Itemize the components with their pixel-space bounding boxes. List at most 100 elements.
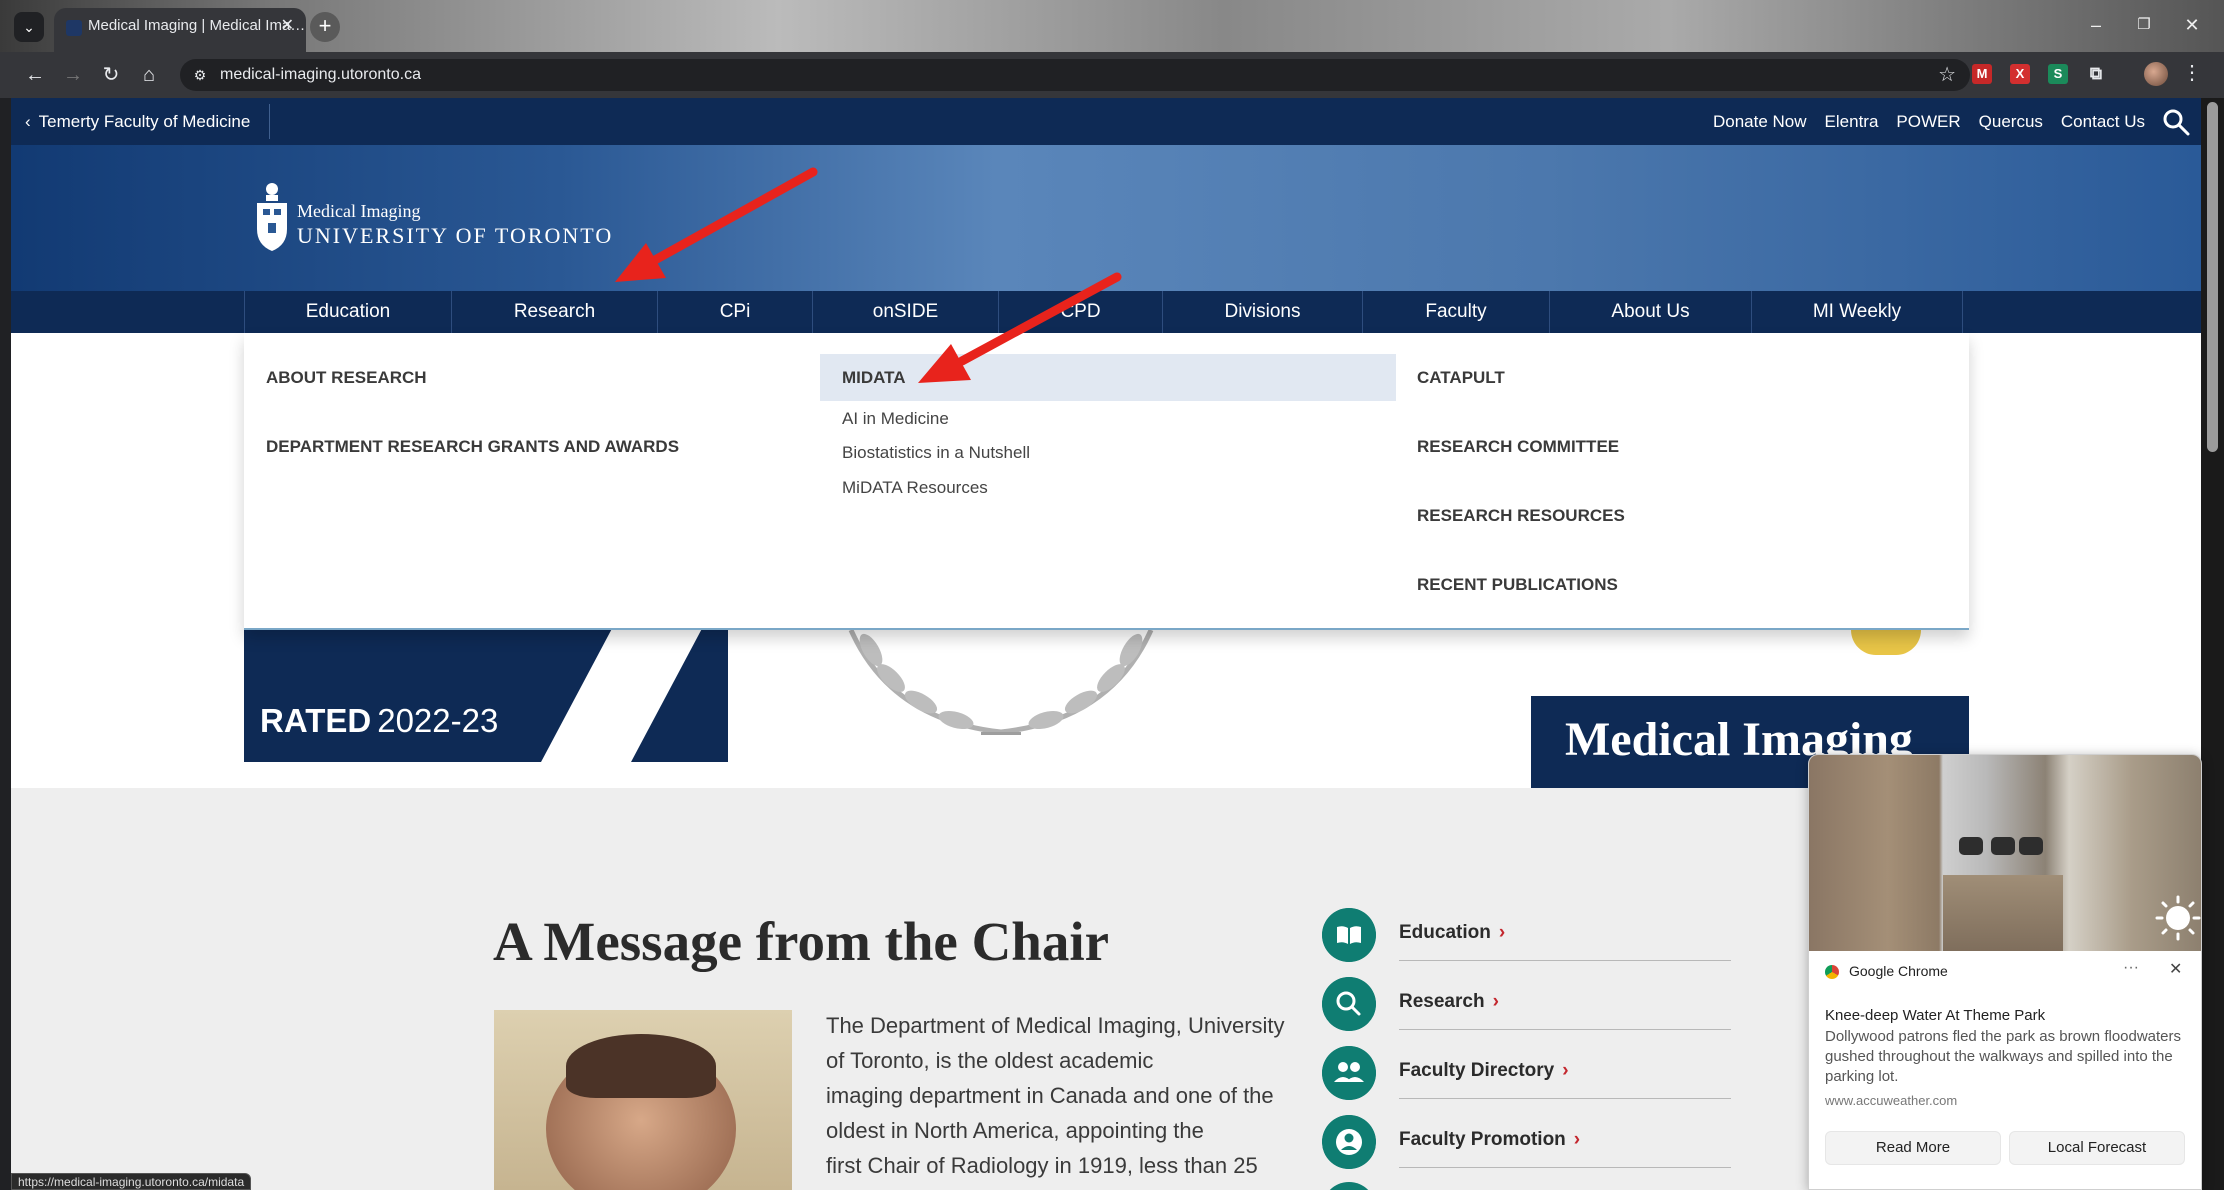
- address-bar[interactable]: ⚙ medical-imaging.utoronto.ca ☆: [180, 59, 1970, 91]
- notification-title: Knee-deep Water At Theme Park: [1825, 1007, 2046, 1024]
- menu-biostatistics[interactable]: Biostatistics in a Nutshell: [842, 443, 1030, 463]
- notification-body: Dollywood patrons fled the park as brown…: [1825, 1028, 2182, 1085]
- faculty-link-label: Temerty Faculty of Medicine: [38, 112, 251, 131]
- nav-education[interactable]: Education: [244, 291, 451, 333]
- page-scrollbar[interactable]: [2201, 98, 2224, 1190]
- logo-dept-name[interactable]: Medical Imaging: [297, 201, 420, 222]
- quick-link-faculty-directory[interactable]: Faculty Directory ›: [1399, 1060, 1569, 1082]
- people-icon[interactable]: [1322, 1046, 1376, 1100]
- header-banner: Medical Imaging UNIVERSITY OF TORONTO: [11, 145, 2201, 291]
- chair-text-line: oldest in North America, appointing the: [826, 1118, 1204, 1143]
- quick-link-faculty-promotion[interactable]: Faculty Promotion ›: [1399, 1129, 1580, 1151]
- extensions-puzzle-icon[interactable]: ⧉: [2086, 64, 2106, 84]
- book-icon[interactable]: [1322, 908, 1376, 962]
- local-forecast-button[interactable]: Local Forecast: [2009, 1131, 2185, 1165]
- menu-midata[interactable]: MIDATA: [842, 368, 906, 388]
- browser-toolbar: ← → ↻ ⌂ ⚙ medical-imaging.utoronto.ca ☆ …: [0, 52, 2224, 98]
- minimize-button[interactable]: –: [2076, 10, 2116, 40]
- chrome-logo-icon: [1825, 965, 1839, 979]
- util-link-contact[interactable]: Contact Us: [2061, 112, 2145, 132]
- screen: ⌄ Medical Imaging | Medical Ima… ✕ + – ❐…: [0, 0, 2224, 1190]
- menu-about-research[interactable]: ABOUT RESEARCH: [266, 368, 427, 388]
- rated-graphic: [520, 630, 718, 762]
- nav-about-us[interactable]: About Us: [1549, 291, 1751, 333]
- bookmark-star-icon[interactable]: ☆: [1938, 59, 1956, 91]
- nav-divisions[interactable]: Divisions: [1162, 291, 1362, 333]
- quick-link-label: Faculty Directory: [1399, 1060, 1555, 1081]
- nav-cpd[interactable]: CPD: [998, 291, 1162, 333]
- chevron-right-icon: ›: [1573, 1129, 1581, 1150]
- hair: [566, 1034, 716, 1098]
- menu-research-committee[interactable]: RESEARCH COMMITTEE: [1417, 437, 1619, 457]
- extension-red-icon[interactable]: M: [1972, 64, 1992, 84]
- quick-link-research[interactable]: Research ›: [1399, 991, 1499, 1013]
- divider: [1399, 1098, 1731, 1099]
- divider: [1399, 1167, 1731, 1168]
- chair-photo: [494, 1010, 792, 1190]
- notification-source: www.accuweather.com: [1825, 1093, 1958, 1108]
- menu-research-resources[interactable]: RESEARCH RESOURCES: [1417, 506, 1625, 526]
- utility-bar: ‹ Temerty Faculty of Medicine Donate Now …: [11, 98, 2201, 145]
- notification-image: [1809, 755, 2201, 951]
- util-link-elentra[interactable]: Elentra: [1825, 112, 1879, 132]
- research-mega-menu: ABOUT RESEARCH DEPARTMENT RESEARCH GRANT…: [244, 333, 1969, 630]
- logo-university-name[interactable]: UNIVERSITY OF TORONTO: [297, 223, 613, 249]
- util-link-donate[interactable]: Donate Now: [1713, 112, 1807, 132]
- chrome-notification[interactable]: Google Chrome ··· ✕ Knee-deep Water At T…: [1808, 754, 2202, 1190]
- scrollbar-thumb[interactable]: [2207, 102, 2218, 452]
- extension-x-icon[interactable]: X: [2010, 64, 2030, 84]
- chevron-right-icon: ›: [1562, 1060, 1569, 1081]
- rated-bold: RATED: [260, 702, 372, 739]
- quick-link-education[interactable]: Education ›: [1399, 922, 1505, 944]
- utility-links: Donate Now Elentra POWER Quercus Contact…: [1713, 98, 2145, 145]
- divider: [269, 104, 270, 139]
- active-tab[interactable]: Medical Imaging | Medical Ima… ✕: [54, 8, 306, 52]
- menu-grants-awards[interactable]: DEPARTMENT RESEARCH GRANTS AND AWARDS: [266, 437, 679, 457]
- menu-ai-in-medicine[interactable]: AI in Medicine: [842, 409, 949, 429]
- menu-midata-resources[interactable]: MiDATA Resources: [842, 478, 988, 498]
- site-info-icon[interactable]: ⚙: [190, 65, 210, 85]
- home-icon[interactable]: ⌂: [134, 60, 164, 90]
- util-link-quercus[interactable]: Quercus: [1979, 112, 2043, 132]
- flood-road: [1943, 875, 2063, 951]
- back-arrow-icon[interactable]: ←: [20, 60, 50, 90]
- faculty-link[interactable]: ‹ Temerty Faculty of Medicine: [25, 98, 250, 145]
- uoft-crest-icon[interactable]: [253, 179, 291, 257]
- menu-catapult[interactable]: CATAPULT: [1417, 368, 1505, 388]
- chevron-right-icon: ›: [1498, 922, 1506, 943]
- menu-recent-publications[interactable]: RECENT PUBLICATIONS: [1417, 575, 1618, 595]
- close-icon[interactable]: ✕: [2169, 959, 2182, 979]
- search-icon[interactable]: [1322, 977, 1376, 1031]
- car: [2019, 837, 2043, 855]
- extension-green-icon[interactable]: S: [2048, 64, 2068, 84]
- main-nav: Education Research CPi onSIDE CPD Divisi…: [11, 291, 2201, 333]
- read-more-button[interactable]: Read More: [1825, 1131, 2001, 1165]
- tab-search-button[interactable]: ⌄: [14, 12, 44, 42]
- util-link-power[interactable]: POWER: [1896, 112, 1960, 132]
- nav-mi-weekly[interactable]: MI Weekly: [1751, 291, 1963, 333]
- quick-link-label: Research: [1399, 991, 1485, 1012]
- more-options-icon[interactable]: ···: [2123, 959, 2139, 977]
- nav-research[interactable]: Research: [451, 291, 657, 333]
- browser-menu-icon[interactable]: ⋮: [2182, 60, 2202, 85]
- profile-avatar[interactable]: [2144, 62, 2168, 86]
- reload-icon[interactable]: ↻: [96, 60, 126, 90]
- quick-link-label: Faculty Promotion: [1399, 1129, 1566, 1150]
- restore-button[interactable]: ❐: [2124, 10, 2164, 40]
- forward-arrow-icon[interactable]: →: [58, 60, 88, 90]
- notification-app-name: Google Chrome: [1849, 963, 1948, 979]
- new-tab-button[interactable]: +: [310, 12, 340, 42]
- search-icon[interactable]: [2161, 107, 2191, 137]
- tab-close-icon[interactable]: ✕: [281, 8, 294, 44]
- close-window-button[interactable]: ✕: [2172, 10, 2212, 40]
- nav-cpi[interactable]: CPi: [657, 291, 812, 333]
- chair-heading: A Message from the Chair: [493, 911, 1110, 972]
- nav-onside[interactable]: onSIDE: [812, 291, 998, 333]
- chair-message-text: The Department of Medical Imaging, Unive…: [826, 1008, 1296, 1183]
- rated-year: 2022-23: [377, 702, 499, 739]
- laurel-wreath-icon: [848, 630, 1154, 735]
- nav-faculty[interactable]: Faculty: [1362, 291, 1549, 333]
- chevron-left-icon: ‹: [25, 112, 31, 131]
- person-icon[interactable]: [1322, 1115, 1376, 1169]
- menu-highlight: [820, 354, 1396, 401]
